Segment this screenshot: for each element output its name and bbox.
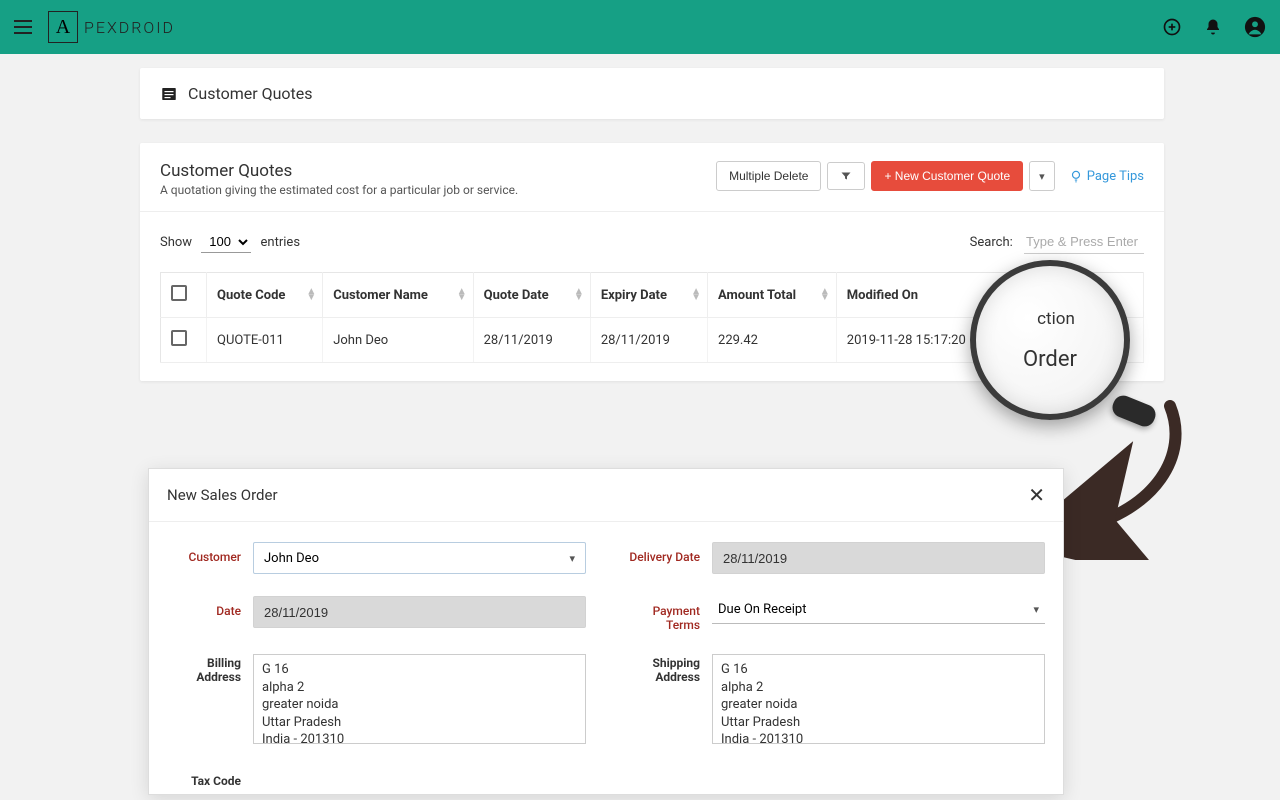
entries-control: Show 100 entries	[160, 231, 300, 253]
new-customer-quote-button[interactable]: + New Customer Quote	[871, 161, 1023, 191]
table-row[interactable]: QUOTE-011 John Deo 28/11/2019 28/11/2019…	[161, 318, 1144, 363]
status-badge: Not Ordered	[1029, 330, 1104, 351]
col-quote-code[interactable]: Quote Code▲▼	[207, 273, 323, 318]
col-quote-date[interactable]: Quote Date▲▼	[473, 273, 590, 318]
brand-text: PEXDROID	[84, 18, 175, 37]
bell-icon[interactable]	[1204, 18, 1222, 36]
new-sales-order-modal: New Sales Order ✕ Customer John Deo Deli…	[148, 468, 1064, 795]
page-tips-link[interactable]: Page Tips	[1069, 169, 1144, 184]
brand-logo: A	[48, 11, 78, 43]
col-modified-on[interactable]: Modified On▲▼	[836, 273, 1018, 318]
entries-label: entries	[261, 235, 301, 250]
panel-title: Customer Quotes	[160, 161, 518, 181]
quotes-panel: Customer Quotes A quotation giving the e…	[140, 143, 1164, 381]
search-control: Search:	[970, 230, 1144, 254]
topbar: A PEXDROID	[0, 0, 1280, 54]
col-customer-name[interactable]: Customer Name▲▼	[323, 273, 473, 318]
customer-value: John Deo	[264, 551, 319, 566]
chevron-down-icon	[569, 551, 575, 566]
row-checkbox[interactable]	[171, 330, 187, 346]
cell-quote-code: QUOTE-011	[207, 318, 323, 363]
payment-terms-select[interactable]: Due On Receipt	[712, 596, 1045, 624]
page-size-select[interactable]: 100	[201, 231, 251, 253]
col-expiry-date[interactable]: Expiry Date▲▼	[590, 273, 707, 318]
quotes-table: Quote Code▲▼ Customer Name▲▼ Quote Date▲…	[160, 272, 1144, 363]
brand[interactable]: A PEXDROID	[48, 11, 175, 43]
modal-title: New Sales Order	[167, 486, 278, 504]
chevron-down-icon	[1033, 602, 1039, 617]
bulb-icon	[1069, 169, 1083, 183]
filter-icon	[840, 170, 852, 182]
account-icon[interactable]	[1244, 16, 1266, 38]
topbar-left: A PEXDROID	[14, 11, 175, 43]
label-tax-code: Tax Code	[167, 766, 253, 788]
billing-address-field[interactable]	[253, 654, 586, 744]
date-field[interactable]	[253, 596, 586, 628]
cell-quote-date: 28/11/2019	[473, 318, 590, 363]
multiple-delete-button[interactable]: Multiple Delete	[716, 161, 821, 191]
topbar-right	[1162, 16, 1266, 38]
label-delivery-date: Delivery Date	[626, 542, 712, 564]
shipping-address-field[interactable]	[712, 654, 1045, 744]
list-icon	[160, 85, 178, 103]
page-tips-label: Page Tips	[1087, 169, 1144, 184]
arrow-annotation	[1060, 400, 1190, 560]
filter-button[interactable]	[827, 162, 865, 190]
search-input[interactable]	[1024, 230, 1144, 254]
label-date: Date	[167, 596, 253, 618]
delivery-date-field[interactable]	[712, 542, 1045, 574]
payment-terms-value: Due On Receipt	[718, 602, 806, 617]
search-label: Search:	[970, 235, 1013, 250]
cell-customer-name: John Deo	[323, 318, 473, 363]
close-icon[interactable]: ✕	[1028, 483, 1045, 507]
panel-subtitle: A quotation giving the estimated cost fo…	[160, 183, 518, 197]
label-shipping-address: Shipping Address	[626, 654, 712, 684]
page-title-card: Customer Quotes	[140, 68, 1164, 119]
new-quote-dropdown[interactable]	[1029, 161, 1055, 191]
show-label: Show	[160, 235, 192, 250]
cell-modified-on: 2019-11-28 15:17:20	[836, 318, 1018, 363]
cell-expiry-date: 28/11/2019	[590, 318, 707, 363]
hamburger-menu-icon[interactable]	[14, 20, 32, 34]
col-status[interactable]: Status	[1018, 273, 1143, 318]
customer-select[interactable]: John Deo	[253, 542, 586, 574]
select-all-checkbox[interactable]	[171, 285, 187, 301]
add-circle-icon[interactable]	[1162, 17, 1182, 37]
cell-amount-total: 229.42	[708, 318, 837, 363]
page-title: Customer Quotes	[188, 84, 313, 103]
label-payment-terms: Payment Terms	[626, 596, 712, 632]
label-billing-address: Billing Address	[167, 654, 253, 684]
label-customer: Customer	[167, 542, 253, 564]
col-amount-total[interactable]: Amount Total▲▼	[708, 273, 837, 318]
